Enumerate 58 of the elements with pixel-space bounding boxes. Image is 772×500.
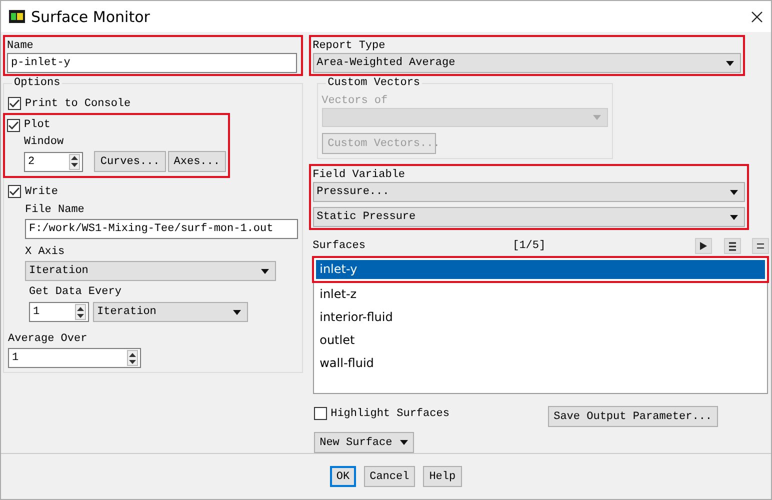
- app-icon: [9, 10, 25, 23]
- field-variable-label: Field Variable: [312, 168, 406, 182]
- close-icon[interactable]: [751, 10, 763, 22]
- window-label: Window: [24, 135, 65, 149]
- checkbox-label: Print to Console: [25, 96, 131, 110]
- window-title: Surface Monitor: [31, 8, 151, 26]
- spinner-arrows-icon[interactable]: [127, 350, 138, 366]
- dialog-button[interactable]: Axes...: [168, 151, 226, 172]
- unit-dropdown[interactable]: Iteration: [93, 302, 248, 322]
- new-surface-button[interactable]: New Surface: [314, 432, 414, 453]
- dropdown-arrow-icon: [726, 60, 734, 66]
- report-type-dropdown[interactable]: Area-Weighted Average: [312, 53, 741, 73]
- checkbox-label: Highlight Surfaces: [330, 406, 450, 420]
- dropdown-arrow-icon: [730, 190, 738, 194]
- options-legend: Options: [12, 76, 62, 90]
- file-name-label: File Name: [25, 203, 86, 217]
- checkbox[interactable]: [314, 407, 327, 420]
- surface-item[interactable]: outlet: [316, 331, 765, 350]
- selection-count: [1/5]: [512, 239, 547, 253]
- dropdown-arrow-icon: [233, 310, 241, 314]
- report-type-label: Report Type: [312, 39, 386, 53]
- list-icon[interactable]: [724, 238, 741, 254]
- dialog-button[interactable]: Curves...: [94, 151, 166, 172]
- checkbox-label: Plot: [24, 118, 50, 132]
- deselect-icon[interactable]: [752, 238, 769, 254]
- field-variable-dropdown[interactable]: Pressure...: [312, 182, 745, 202]
- save-output-parameter-button[interactable]: Save Output Parameter...: [548, 406, 718, 427]
- surface-item[interactable]: wall-fluid: [316, 354, 765, 373]
- checkbox[interactable]: [8, 185, 21, 198]
- dropdown-arrow-icon: [261, 268, 269, 274]
- file-name-input[interactable]: F:/work/WS1-Mixing-Tee/surf-mon-1.out: [25, 219, 298, 239]
- x-axis-label: X Axis: [25, 245, 66, 259]
- x-axis-dropdown[interactable]: Iteration: [25, 261, 276, 281]
- average-over-label: Average Over: [8, 332, 88, 346]
- dialog-button[interactable]: Cancel: [364, 466, 416, 487]
- checkbox[interactable]: [8, 97, 21, 110]
- checkbox-label: Write: [25, 184, 58, 198]
- name-label: Name: [7, 39, 34, 53]
- select-icon[interactable]: [695, 238, 712, 254]
- get-data-every-spinner[interactable]: 1: [29, 302, 89, 322]
- surface-item[interactable]: inlet-y: [316, 260, 765, 279]
- surface-item[interactable]: interior-fluid: [316, 308, 765, 327]
- field-variable-dropdown[interactable]: Static Pressure: [312, 207, 745, 227]
- dropdown-arrow-icon: [400, 440, 408, 445]
- spinner-arrows-icon[interactable]: [75, 304, 86, 320]
- dialog-button[interactable]: OK: [330, 466, 356, 487]
- surfaces-label: Surfaces: [312, 239, 366, 253]
- average-over-spinner[interactable]: 1: [8, 348, 141, 368]
- spinner-arrows-icon[interactable]: [68, 154, 80, 170]
- surface-item[interactable]: inlet-z: [316, 285, 765, 304]
- name-input[interactable]: p-inlet-y: [7, 53, 297, 73]
- dropdown-arrow-icon: [730, 214, 738, 220]
- dialog-button[interactable]: Help: [423, 466, 462, 487]
- checkbox[interactable]: [7, 118, 20, 132]
- window-spinner[interactable]: 2: [24, 152, 83, 172]
- vectors-of-label: Vectors of: [322, 94, 389, 108]
- get-data-every-label: Get Data Every: [29, 285, 122, 299]
- dropdown-arrow-icon: [592, 115, 601, 120]
